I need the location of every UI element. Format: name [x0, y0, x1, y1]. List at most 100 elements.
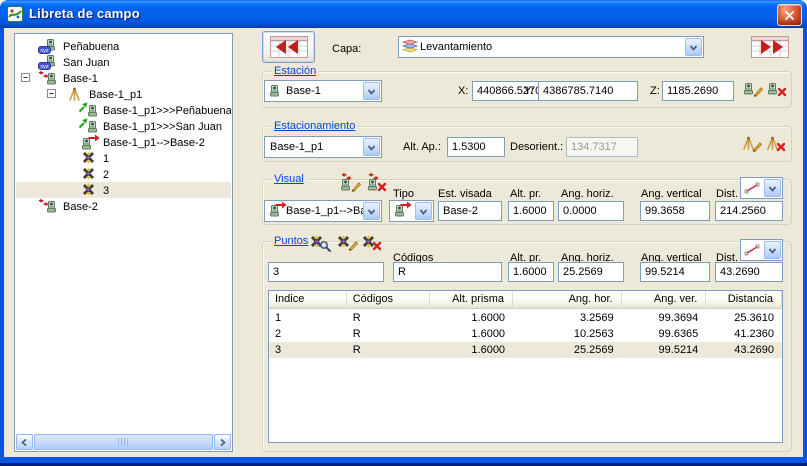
table-cell: R	[347, 310, 431, 326]
tree-view: xyzPeñabuenaxyzSan JuanBase-1Base-1_p1Ba…	[14, 33, 233, 452]
column-header-distancia[interactable]: Distancia	[706, 291, 782, 309]
tree-item-3[interactable]: 3	[16, 182, 231, 198]
tipo-dropdown-button[interactable]	[415, 202, 432, 220]
table-cell: 1.6000	[430, 310, 513, 326]
column-header-alt-prisma[interactable]: Alt. prisma	[430, 291, 513, 309]
tree-item-san-juan[interactable]: xyzSan Juan	[16, 54, 231, 70]
tree-item-base-1-p1-pe-abuena[interactable]: Base-1_p1>>>Peñabuena	[16, 102, 231, 118]
tree-item-label: Base-2	[63, 199, 98, 215]
scroll-right-button[interactable]	[214, 434, 231, 450]
desorient-field: 134.7317	[566, 137, 638, 157]
pencil-icon	[751, 141, 763, 153]
close-button[interactable]	[777, 4, 802, 26]
puntos-dist-type-dropdown-button[interactable]	[764, 241, 781, 259]
chevron-down-icon	[367, 207, 376, 216]
punto-field[interactable]: 3	[268, 262, 384, 282]
tree-item-base-1-p1[interactable]: Base-1_p1	[16, 86, 231, 102]
visual-dist-type-dropdown-button[interactable]	[764, 179, 781, 197]
tree-item-base-2[interactable]: Base-2	[16, 198, 231, 214]
tree-item-1[interactable]: 1	[16, 150, 231, 166]
capa-dropdown-button[interactable]	[685, 38, 702, 56]
estacion-combobox[interactable]: Base-1	[264, 80, 382, 102]
edit-visual-button[interactable]	[339, 174, 363, 193]
edit-station-button[interactable]	[742, 81, 766, 100]
prism-icon	[78, 182, 101, 198]
visual-alt-pr-label: Alt. pr.	[510, 188, 541, 200]
visual-ang-vertical-field[interactable]: 99.3658	[640, 201, 710, 221]
edit-estacionamiento-button[interactable]	[742, 136, 766, 155]
puntos-ang-vertical-field[interactable]: 99.5214	[640, 262, 710, 282]
points-table: IndiceCódigosAlt. prismaAng. hor.Ang. ve…	[268, 290, 783, 443]
tree-item-pe-abuena[interactable]: xyzPeñabuena	[16, 38, 231, 54]
visual-alt-pr-field[interactable]: 1.6000	[508, 201, 554, 221]
puntos-alt-pr-field[interactable]: 1.6000	[508, 262, 554, 282]
y-field[interactable]: 4386785.7140	[538, 81, 638, 101]
delete-estacionamiento-button[interactable]	[766, 136, 790, 155]
visual-combobox-value: Base-1_p1-->Base-2	[286, 205, 363, 217]
tree-item-label: 2	[103, 167, 109, 183]
window-title: Libreta de campo	[29, 6, 140, 21]
tree-item-label: Peñabuena	[63, 39, 119, 55]
station-arrow-icon	[393, 203, 411, 219]
pencil-icon	[752, 86, 764, 98]
puntos-dist-type-combobox[interactable]	[740, 239, 783, 261]
visual-dropdown-button[interactable]	[363, 202, 380, 220]
table-row[interactable]: 1R1.60003.256999.369425.3610	[269, 310, 782, 326]
table-row[interactable]: 2R1.600010.256399.636541.2360	[269, 326, 782, 342]
alt-ap-field[interactable]: 1.5300	[447, 137, 505, 157]
table-cell: 3.2569	[513, 310, 622, 326]
delete-point-button[interactable]	[362, 235, 386, 254]
table-row[interactable]: 3R1.600025.256999.521443.2690	[269, 342, 782, 358]
delete-visual-button[interactable]	[366, 174, 390, 193]
column-header-ang-hor[interactable]: Ang. hor.	[513, 291, 622, 309]
scrollbar-thumb[interactable]	[34, 434, 213, 450]
visual-ang-horiz-field[interactable]: 0.0000	[558, 201, 624, 221]
tree-item-base-1-p1-base-2[interactable]: Base-1_p1-->Base-2	[16, 134, 231, 150]
visual-dist-label: Dist.	[716, 188, 738, 200]
estacionamiento-dropdown-button[interactable]	[363, 138, 380, 156]
expander-minus-icon[interactable]	[47, 89, 56, 98]
y-label: Y:	[524, 85, 534, 97]
tree-item-2[interactable]: 2	[16, 166, 231, 182]
window-titlebar[interactable]: Libreta de campo	[0, 0, 807, 28]
visual-ang-horiz-label: Ang. horiz.	[561, 188, 614, 200]
expander-minus-icon[interactable]	[21, 73, 30, 82]
points-table-header: IndiceCódigosAlt. prismaAng. hor.Ang. ve…	[269, 291, 782, 309]
chevron-down-icon	[768, 246, 777, 255]
tree-item-base-1-p1-san-juan[interactable]: Base-1_p1>>>San Juan	[16, 118, 231, 134]
chevron-down-icon	[768, 184, 777, 193]
app-icon	[7, 6, 23, 22]
capa-combobox[interactable]: Levantamiento	[398, 36, 704, 58]
delete-icon	[377, 182, 387, 192]
tipo-combobox[interactable]	[389, 200, 434, 222]
visual-combobox[interactable]: Base-1_p1-->Base-2	[264, 200, 382, 222]
column-header-c-digos[interactable]: Códigos	[347, 291, 431, 309]
edit-point-button[interactable]	[337, 235, 361, 254]
visual-dist-field[interactable]: 214.2560	[715, 201, 783, 221]
layers-icon	[402, 39, 420, 55]
tree-item-base-1[interactable]: Base-1	[16, 70, 231, 86]
station-green-arrow-icon	[78, 118, 101, 134]
tree-item-label: Base-1_p1>>>Peñabuena	[103, 103, 231, 119]
estacionamiento-combobox[interactable]: Base-1_p1	[264, 136, 382, 158]
find-point-button[interactable]	[310, 235, 334, 254]
tree-horizontal-scrollbar[interactable]	[16, 434, 231, 450]
previous-station-button[interactable]	[262, 31, 315, 63]
delete-station-button[interactable]	[766, 81, 790, 100]
chevron-down-icon	[367, 143, 376, 152]
scroll-left-button[interactable]	[16, 434, 33, 450]
column-header-indice[interactable]: Indice	[269, 291, 347, 309]
estacion-dropdown-button[interactable]	[363, 82, 380, 100]
station-icon	[268, 83, 286, 99]
tree-item-label: 3	[103, 183, 109, 199]
station-arrows-icon	[38, 70, 61, 86]
codigos-field[interactable]: R	[393, 262, 502, 282]
puntos-ang-horiz-field[interactable]: 25.2569	[558, 262, 624, 282]
est-visada-field[interactable]: Base-2	[438, 201, 502, 221]
next-station-button[interactable]	[747, 32, 793, 62]
z-field[interactable]: 1185.2690	[662, 81, 734, 101]
visual-dist-type-combobox[interactable]	[740, 177, 783, 199]
puntos-dist-field[interactable]: 43.2690	[715, 262, 783, 282]
column-header-ang-ver[interactable]: Ang. ver.	[622, 291, 707, 309]
table-cell: 1	[269, 310, 347, 326]
